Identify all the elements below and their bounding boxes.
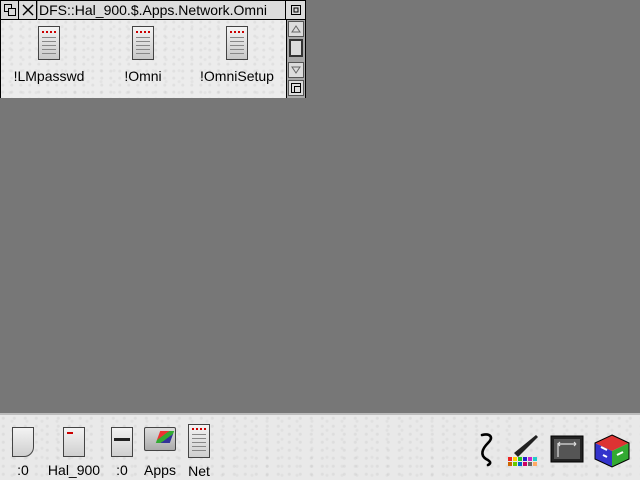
riscos-info[interactable] [592, 433, 632, 474]
back-icon[interactable] [1, 1, 19, 20]
file-item[interactable]: !LMpasswd [4, 26, 94, 84]
display-resolution-icon [550, 435, 584, 463]
display-manager[interactable] [550, 435, 584, 470]
hard-disc-icon [63, 427, 85, 457]
resize-icon[interactable] [288, 80, 304, 96]
paint-palette-icon [508, 435, 538, 466]
riscos-cube-icon [594, 434, 630, 468]
iconbar-apps[interactable]: Apps [140, 421, 180, 478]
scrollbar-thumb[interactable] [289, 39, 303, 57]
task-manager-icon [480, 433, 493, 467]
floppy-drive-icon [111, 427, 133, 457]
task-manager[interactable] [474, 431, 500, 472]
filer-window: DFS::Hal_900.$.Apps.Network.Omni !LMpass… [0, 0, 306, 98]
iconbar-cdrom[interactable]: :0 [6, 427, 40, 478]
toggle-size-icon[interactable] [286, 1, 305, 20]
file-name: !Omni [124, 68, 162, 84]
file-name: !LMpasswd [13, 68, 85, 84]
iconbar-label: :0 [116, 462, 128, 478]
vertical-scrollbar[interactable] [286, 20, 305, 98]
file-item[interactable]: !OmniSetup [192, 26, 282, 84]
application-icon [38, 26, 60, 60]
scroll-down-icon[interactable] [288, 62, 304, 78]
iconbar-label: Hal_900 [47, 462, 101, 478]
icon-bar: :0 Hal_900 :0 Apps Net [0, 413, 640, 480]
application-icon [226, 26, 248, 60]
iconbar-net[interactable]: Net [182, 424, 216, 479]
paint[interactable] [506, 433, 542, 472]
window-title[interactable]: DFS::Hal_900.$.Apps.Network.Omni [38, 1, 286, 20]
network-icon [188, 424, 210, 458]
iconbar-label: Net [188, 463, 210, 479]
cdrom-drive-icon [12, 427, 34, 457]
iconbar-harddisc[interactable]: Hal_900 [44, 427, 104, 478]
iconbar-label: :0 [17, 462, 29, 478]
file-name: !OmniSetup [200, 68, 274, 84]
close-icon[interactable] [19, 1, 37, 20]
scroll-up-icon[interactable] [288, 21, 304, 37]
file-item[interactable]: !Omni [98, 26, 188, 84]
iconbar-label: Apps [144, 462, 176, 478]
application-icon [132, 26, 154, 60]
iconbar-floppy[interactable]: :0 [106, 427, 138, 478]
filer-work-area: !LMpasswd !Omni !OmniSetup [1, 20, 286, 98]
apps-folder-icon [144, 427, 176, 451]
